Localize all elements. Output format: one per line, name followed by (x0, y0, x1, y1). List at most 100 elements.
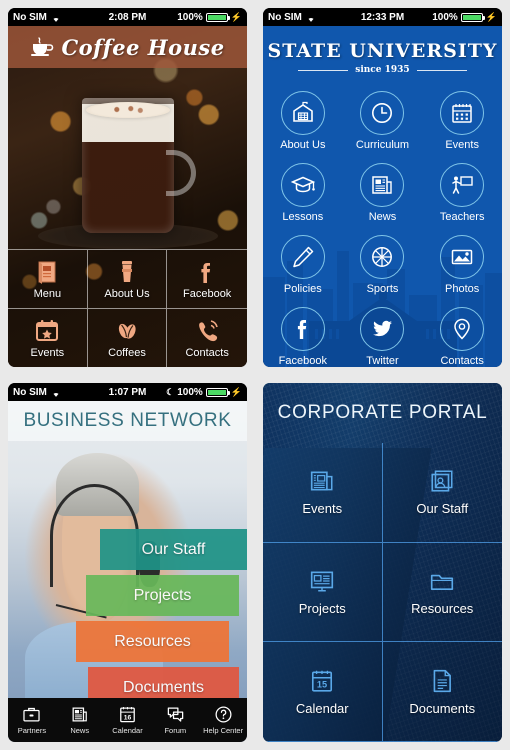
tile-label: Facebook (183, 287, 232, 300)
app-title: STATE UNIVERSITY (267, 40, 498, 62)
corporate-portal-screen: CORPORATE PORTAL Events Our Staff Projec… (263, 383, 502, 742)
lightning-icon: ⚡ (230, 386, 242, 397)
app-title: Coffee House (61, 34, 225, 60)
tile-label: Projects (298, 600, 346, 616)
bottom-tab-bar: Partners News 16 Calendar Forum Help Cen… (8, 698, 247, 742)
tile-sports[interactable]: Sports (343, 231, 423, 299)
app-title: CORPORATE PORTAL (277, 402, 488, 423)
icon-circle (360, 235, 405, 279)
battery-icon (460, 12, 485, 22)
tile-contacts[interactable]: Contacts (167, 308, 247, 367)
menu-bar-label: Documents (123, 678, 204, 696)
tile-label: About Us (280, 139, 326, 151)
tile-lessons[interactable]: Lessons (263, 159, 343, 227)
tab-label: Partners (17, 726, 47, 735)
tile-twitter[interactable]: Twitter (343, 303, 423, 367)
menu-bar-label: Resources (114, 632, 191, 650)
menu-bar-our-staff[interactable]: Our Staff (100, 529, 247, 570)
battery-percent-label: 100% (432, 11, 458, 23)
menu-bar-label: Our Staff (141, 540, 206, 558)
tile-about-us[interactable]: About Us (87, 249, 168, 308)
tab-label: Calendar (112, 726, 143, 735)
tile-events[interactable]: Events (8, 308, 88, 367)
document-icon (433, 669, 452, 692)
lightning-icon: ⚡ (230, 11, 242, 22)
calendar-16-icon: 16 (120, 706, 135, 723)
tile-menu[interactable]: Menu (8, 249, 88, 308)
to-go-cup-icon (114, 259, 140, 285)
tile-facebook[interactable]: Facebook (263, 303, 343, 367)
facebook-icon (297, 320, 307, 339)
tile-facebook[interactable]: Facebook (167, 249, 247, 308)
tile-resources[interactable]: Resources (382, 543, 502, 643)
svg-text:15: 15 (317, 679, 327, 689)
presentation-icon (311, 571, 334, 592)
tile-label: Events (30, 346, 65, 359)
icon-circle (280, 91, 325, 135)
svg-text:16: 16 (124, 714, 132, 721)
calendar-icon (452, 104, 472, 123)
corporate-portal-header: CORPORATE PORTAL (263, 383, 502, 443)
tile-our-staff[interactable]: Our Staff (382, 443, 502, 543)
tile-projects[interactable]: Projects (263, 542, 383, 643)
coffee-cup-photo (81, 98, 196, 238)
tile-policies[interactable]: Policies (263, 231, 343, 299)
panel-coffee-house: No SIM 2:08 PM 100% ⚡ Coffee House Menu … (0, 0, 255, 375)
chat-bubbles-icon (167, 707, 184, 722)
teacher-board-icon (452, 176, 473, 194)
tile-label: Facebook (278, 355, 327, 367)
tile-label: Photos (445, 283, 480, 295)
tile-events[interactable]: Events (263, 443, 383, 543)
battery-percent-label: 100% (177, 386, 203, 398)
coffee-house-menu-grid: Menu About Us Facebook Events Coffees Co… (8, 249, 247, 367)
tile-label: Contacts (185, 346, 229, 359)
tile-photos[interactable]: Photos (422, 231, 502, 299)
tab-label: News (70, 726, 90, 735)
tile-label: Documents (409, 700, 476, 716)
basketball-icon (372, 247, 393, 267)
menu-bar-label: Projects (133, 586, 192, 604)
tab-help-center[interactable]: Help Center (199, 698, 247, 742)
icon-circle (440, 91, 485, 135)
tile-news[interactable]: News (343, 159, 423, 227)
tile-about-us[interactable]: About Us (263, 87, 343, 155)
tile-label: Teachers (439, 211, 485, 223)
state-university-header: STATE UNIVERSITY since 1935 (263, 26, 502, 75)
tile-label: Menu (33, 287, 62, 300)
menu-bar-resources[interactable]: Resources (76, 621, 229, 662)
calendar-star-icon (34, 318, 60, 344)
tab-news[interactable]: News (56, 698, 104, 742)
menu-bar-projects[interactable]: Projects (86, 575, 239, 616)
tile-teachers[interactable]: Teachers (422, 159, 502, 227)
tile-contacts[interactable]: Contacts (422, 303, 502, 367)
coffee-house-header: Coffee House (8, 26, 247, 68)
phone-ring-icon (194, 318, 220, 344)
school-building-icon (293, 101, 313, 122)
tab-label: Help Center (203, 726, 244, 735)
tile-label: About Us (104, 287, 150, 300)
corporate-portal-menu-grid: Events Our Staff Projects Resources 15 C… (263, 443, 502, 742)
tile-events[interactable]: Events (422, 87, 502, 155)
tile-documents[interactable]: Documents (382, 642, 502, 742)
icon-circle (360, 307, 405, 351)
tile-label: Calendar (295, 700, 349, 716)
status-bar: No SIM 1:07 PM ☾ 100% ⚡ (8, 383, 247, 401)
tab-partners[interactable]: Partners (8, 698, 56, 742)
tab-forum[interactable]: Forum (151, 698, 199, 742)
battery-icon (205, 12, 230, 22)
rule-right (416, 69, 467, 71)
phone-frame-business-network: No SIM 1:07 PM ☾ 100% ⚡ BUSINESS NETWORK… (8, 383, 247, 742)
tile-calendar[interactable]: 15 Calendar (263, 642, 383, 742)
photo-icon (451, 249, 473, 265)
tile-label: Events (445, 139, 479, 151)
tile-coffees[interactable]: Coffees (87, 308, 168, 367)
pencil-icon (293, 246, 314, 268)
tab-calendar[interactable]: 16 Calendar (104, 698, 152, 742)
clock-icon (372, 103, 393, 123)
tile-label: Coffees (108, 346, 146, 359)
tile-label: Policies (283, 283, 322, 295)
tile-label: Contacts (440, 355, 484, 367)
tile-curriculum[interactable]: Curriculum (343, 87, 423, 155)
app-subtitle: since 1935 (355, 65, 410, 75)
state-university-screen: STATE UNIVERSITY since 1935 About Us Cur… (263, 26, 502, 367)
